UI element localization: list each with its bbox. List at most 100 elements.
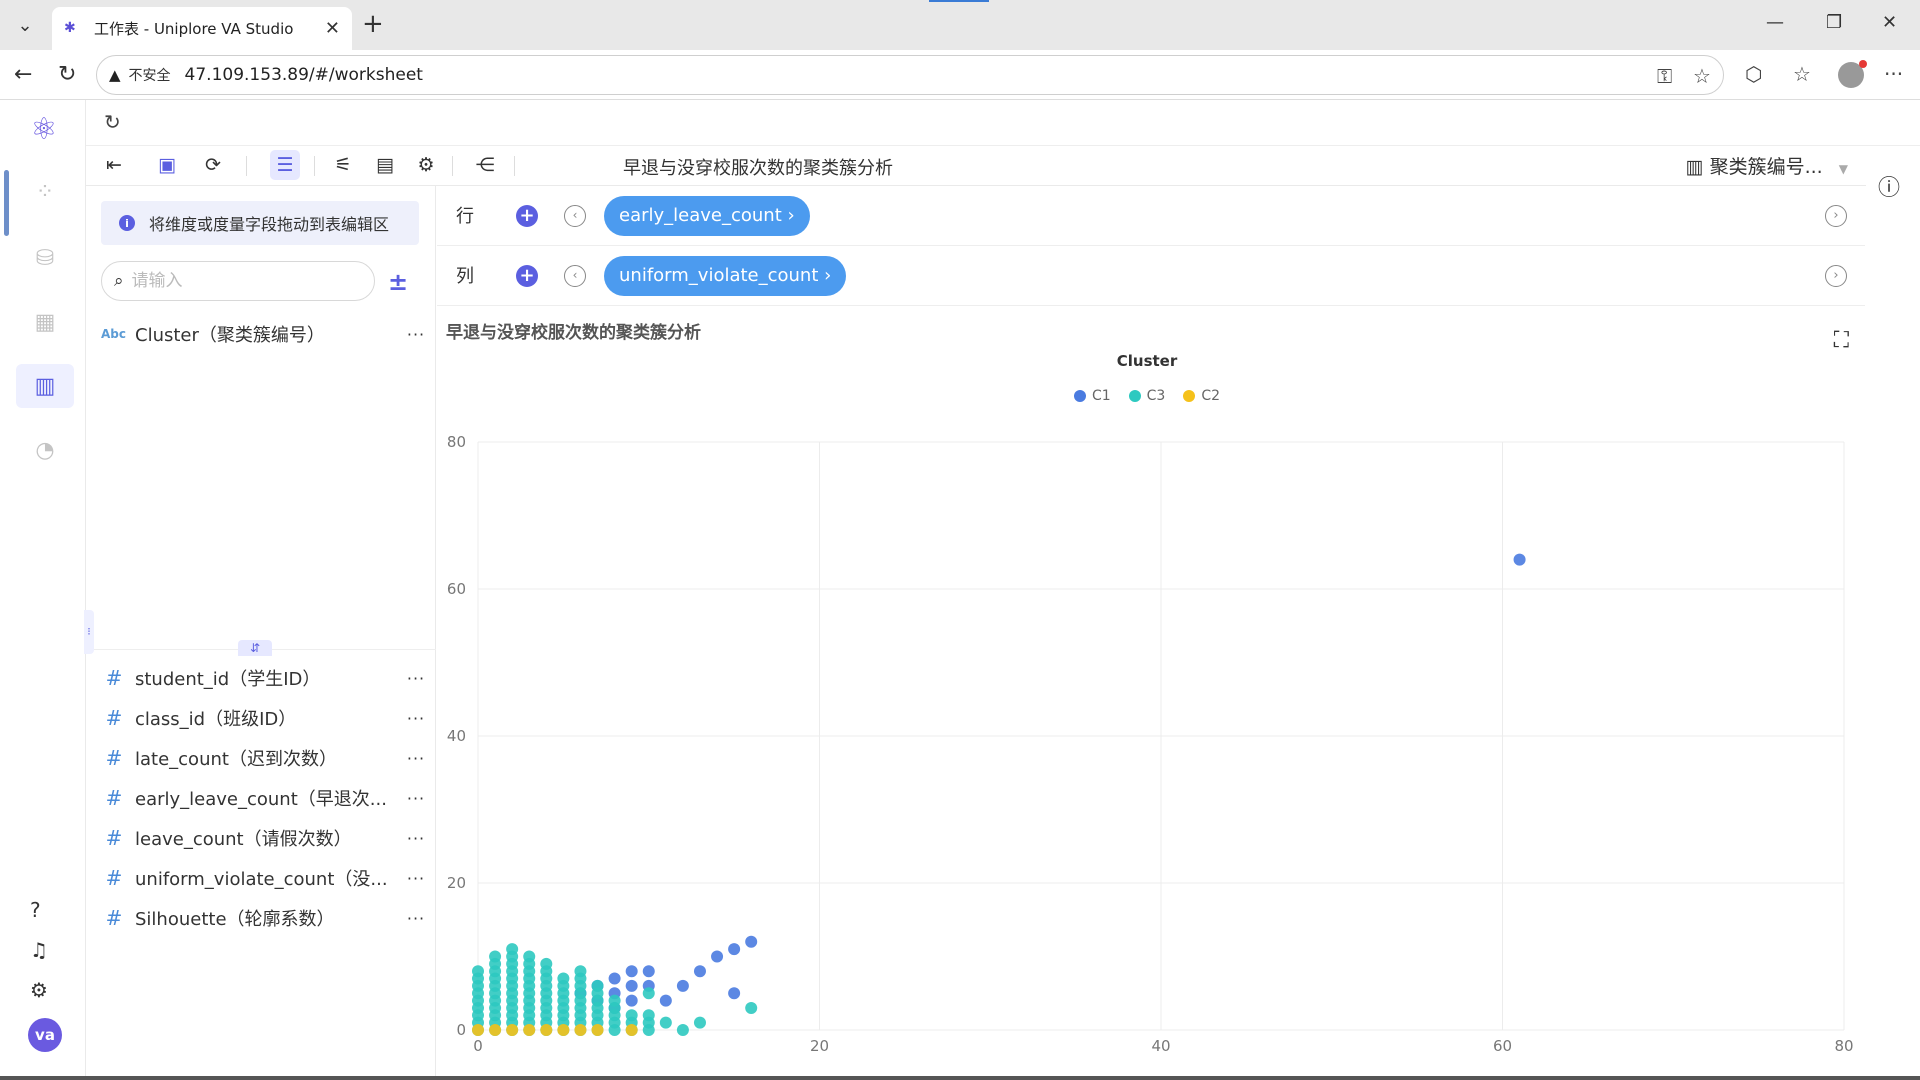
data-point-C1[interactable] <box>625 979 638 992</box>
data-point-C3[interactable] <box>642 1009 655 1022</box>
filter-settings-icon[interactable]: ⚟ <box>328 150 358 180</box>
url-text[interactable]: 47.109.153.89/#/worksheet <box>185 65 423 85</box>
more-icon[interactable]: ··· <box>401 669 431 688</box>
user-avatar[interactable]: va <box>28 1018 62 1052</box>
refresh-data-icon[interactable]: ⟳ <box>198 150 228 180</box>
dimension-field[interactable]: Abc Cluster（聚类簇编号） ··· <box>101 316 431 352</box>
data-point-C3[interactable] <box>642 987 655 1000</box>
more-icon[interactable]: ··· <box>401 749 431 768</box>
view-select[interactable]: ▥ 聚类簇编号... ▼ <box>1686 152 1848 179</box>
data-point-C3[interactable] <box>489 950 502 963</box>
data-point-C3[interactable] <box>557 972 570 985</box>
legend-item[interactable]: C3 <box>1128 388 1165 404</box>
browser-menu-icon[interactable]: ··· <box>1884 62 1903 86</box>
data-point-C3[interactable] <box>591 979 604 992</box>
data-point-C1[interactable] <box>642 965 655 978</box>
legend-item[interactable]: C1 <box>1073 388 1111 404</box>
key-icon[interactable]: ⚿ <box>1657 64 1672 88</box>
data-point-C1[interactable] <box>728 943 741 956</box>
sheet-title[interactable]: 早退与没穿校服次数的聚类簇分析 <box>623 154 893 180</box>
save-icon[interactable]: ▣ <box>152 150 182 180</box>
back-arrow-icon[interactable]: ← <box>14 62 32 87</box>
data-point-C1[interactable] <box>676 979 689 992</box>
data-point-C3[interactable] <box>625 1009 638 1022</box>
data-point-C1[interactable] <box>625 965 638 978</box>
data-point-C3[interactable] <box>472 965 484 978</box>
measure-field[interactable]: # early_leave_count（早退次... ··· <box>101 780 431 816</box>
more-icon[interactable]: ··· <box>401 909 431 928</box>
panel-collapse-handle[interactable]: ⁝ <box>84 610 94 654</box>
resize-handle[interactable]: ⇵ <box>238 640 272 656</box>
data-point-C1[interactable] <box>693 965 706 978</box>
fullscreen-icon[interactable]: ⛶ <box>1834 328 1849 353</box>
measure-field[interactable]: # class_id（班级ID） ··· <box>101 700 431 736</box>
help-icon[interactable]: ? <box>30 898 41 922</box>
swap-axes-icon[interactable]: ‹ <box>564 205 586 227</box>
more-icon[interactable]: ··· <box>401 829 431 848</box>
data-point-C2[interactable] <box>557 1024 570 1036</box>
url-field[interactable]: ▲ 不安全 47.109.153.89/#/worksheet ⚿ ☆ <box>96 55 1724 95</box>
more-icon[interactable]: ··· <box>401 789 431 808</box>
info-icon[interactable]: ⓘ <box>1878 170 1900 202</box>
more-icon[interactable]: ··· <box>401 869 431 888</box>
data-point-C1[interactable] <box>728 987 741 1000</box>
data-point-C1[interactable] <box>745 935 758 948</box>
data-point-C3[interactable] <box>523 950 536 963</box>
dashboard-icon[interactable]: ◔ <box>16 428 74 472</box>
tab-close-icon[interactable]: ✕ <box>325 18 340 39</box>
data-point-C1[interactable] <box>711 950 724 963</box>
data-point-C2[interactable] <box>489 1024 502 1036</box>
extensions-icon[interactable]: ⬡ <box>1745 62 1762 86</box>
data-point-C1[interactable] <box>659 994 672 1007</box>
help-circle-icon[interactable]: › <box>1825 265 1847 287</box>
chart-settings-gear-icon[interactable]: ⚙ <box>411 150 441 180</box>
browser-tab[interactable]: ✱ 工作表 - Uniplore VA Studio ✕ <box>52 7 352 50</box>
data-point-C3[interactable] <box>745 1001 758 1014</box>
scatter-plot[interactable]: 0 20 40 60 80 0 20 40 60 80 <box>437 306 1865 1080</box>
columns-field-pill[interactable]: uniform_violate_count › <box>604 256 847 296</box>
database-icon[interactable]: ⛁ <box>16 236 74 280</box>
toggle-panel-icon[interactable]: ⇤ <box>99 150 129 180</box>
chart-type-icon[interactable]: ▤ <box>370 150 400 180</box>
refresh-icon[interactable]: ↻ <box>58 62 76 87</box>
help-circle-icon[interactable]: › <box>1825 205 1847 227</box>
insecure-label[interactable]: 不安全 <box>129 65 171 85</box>
measure-field[interactable]: # uniform_violate_count（没... ··· <box>101 860 431 896</box>
data-point-C3[interactable] <box>574 965 587 978</box>
measure-field[interactable]: # student_id（学生ID） ··· <box>101 660 431 696</box>
rail-scrollbar[interactable] <box>4 170 9 236</box>
add-row-icon[interactable]: + <box>516 205 538 227</box>
tab-list-chevron-icon[interactable]: ⌄ <box>10 10 40 40</box>
calculated-field-icon[interactable]: ± <box>388 268 408 296</box>
data-point-C3[interactable] <box>506 943 519 956</box>
search-input[interactable] <box>131 271 332 291</box>
data-point-C2[interactable] <box>574 1024 587 1036</box>
data-point-C3[interactable] <box>608 994 621 1007</box>
bell-icon[interactable]: ♫ <box>30 938 48 962</box>
restore-icon[interactable]: ❐ <box>1826 12 1842 33</box>
window-close-icon[interactable]: ✕ <box>1882 12 1897 33</box>
favorites-list-icon[interactable]: ☆ <box>1793 62 1811 86</box>
data-point-C3[interactable] <box>676 1024 689 1036</box>
measure-field[interactable]: # Silhouette（轮廓系数） ··· <box>101 900 431 936</box>
settings-gear-icon[interactable]: ⚙ <box>30 978 48 1002</box>
table-view-icon[interactable]: ☰ <box>270 150 300 180</box>
minimize-icon[interactable]: — <box>1766 12 1784 33</box>
data-point-C3[interactable] <box>540 957 553 970</box>
more-icon[interactable]: ··· <box>401 325 431 344</box>
more-icon[interactable]: ··· <box>401 709 431 728</box>
data-point-C2[interactable] <box>540 1024 553 1036</box>
data-point-C3[interactable] <box>693 1016 706 1029</box>
data-point-C2[interactable] <box>625 1024 638 1036</box>
reload-icon[interactable]: ↻ <box>104 110 121 134</box>
data-point-C1[interactable] <box>625 994 638 1007</box>
rows-field-pill[interactable]: early_leave_count › <box>604 196 810 236</box>
field-search[interactable]: ⌕ <box>101 261 375 301</box>
dataset-icon[interactable]: ▦ <box>16 300 74 344</box>
new-tab-plus-icon[interactable]: + <box>362 11 384 37</box>
add-column-icon[interactable]: + <box>516 265 538 287</box>
data-point-C2[interactable] <box>472 1024 484 1036</box>
worksheet-chart-icon[interactable]: ▥ <box>16 364 74 408</box>
swap-axes-icon[interactable]: ‹ <box>564 265 586 287</box>
data-point-C3[interactable] <box>659 1016 672 1029</box>
